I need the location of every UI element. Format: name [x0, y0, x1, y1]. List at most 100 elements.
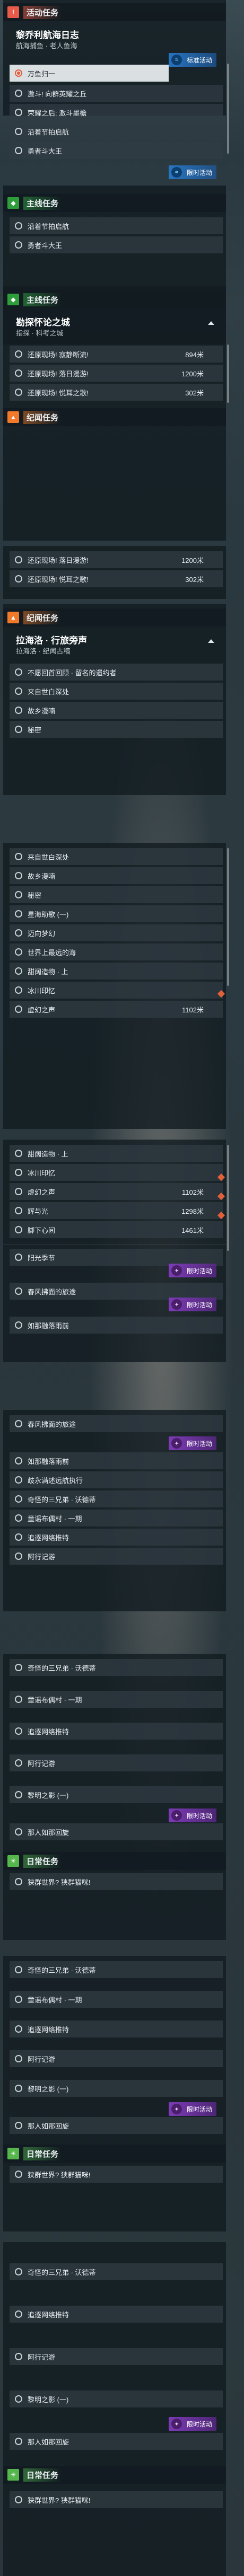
quest-row[interactable]: 童谣布偶村 · 一期: [10, 1510, 223, 1527]
quest-row[interactable]: 还原现场! 落日漫游! 1200米: [10, 365, 223, 382]
quest-row[interactable]: 迈向梦幻: [10, 924, 223, 941]
scrollbar[interactable]: [227, 64, 229, 154]
quest-row[interactable]: 狭群世界? 狭群猫咪!: [10, 2491, 223, 2508]
radio-icon: [15, 853, 22, 860]
quest-row[interactable]: 秘密: [10, 721, 223, 738]
quest-row[interactable]: 追逐网络推特: [10, 2306, 223, 2323]
quest-row[interactable]: 黎明之影 (一): [10, 2080, 223, 2097]
quest-row[interactable]: 歧永满述远航执行: [10, 1471, 223, 1488]
scrollbar[interactable]: [227, 345, 229, 403]
quest-row[interactable]: 甜阔造物 · 上: [10, 963, 223, 980]
row-label: 荣耀之后: 激斗墨檐: [28, 109, 87, 117]
row-label: 甜阔造物 · 上: [28, 1150, 68, 1158]
radio-icon: [15, 350, 22, 358]
radio-icon: [15, 2025, 22, 2033]
quest-row[interactable]: 不愿回首回顾 · 留名的遗约者: [10, 664, 223, 681]
quest-row[interactable]: 勇者斗大王: [10, 142, 223, 159]
quest-row[interactable]: 如那融落雨前: [10, 1317, 223, 1334]
quest-row[interactable]: 还原现场! 寂静断流! 894米: [10, 346, 223, 363]
section-header-main[interactable]: ◆ 主线任务: [3, 290, 226, 308]
collapse-icon[interactable]: [208, 321, 214, 325]
quest-row[interactable]: 那人如那回旋: [10, 1823, 223, 1840]
quest-row[interactable]: 狭群世界? 狭群猫咪!: [10, 1873, 223, 1890]
quest-row[interactable]: 奇怪的三兄弟 · 沃德蒂: [10, 1490, 223, 1507]
quest-row[interactable]: 虚幻之声 1102米: [10, 1183, 223, 1200]
quest-row[interactable]: 黎明之影 (一): [10, 1786, 223, 1803]
row-label: 激斗! 向群英耀之丘: [28, 90, 87, 98]
radio-icon: [15, 2395, 22, 2403]
distance: 1102米: [182, 1188, 204, 1196]
quest-row[interactable]: 黎明之影 (一): [10, 2390, 223, 2407]
row-label: 春风拂面的旅途: [28, 1420, 76, 1428]
quest-row[interactable]: 奇怪的三兄弟 · 沃德蒂: [10, 1659, 223, 1676]
quest-row[interactable]: 星海助歌 (一): [10, 905, 223, 922]
quest-row[interactable]: 追逐网络推特: [10, 2021, 223, 2037]
quest-row[interactable]: 奇怪的三兄弟 · 沃德蒂: [10, 1961, 223, 1978]
row-label: 虚幻之声: [28, 1005, 56, 1014]
quest-row[interactable]: 脚下心间 1461米: [10, 1221, 223, 1238]
star-icon: ✦: [171, 1299, 182, 1310]
row-label: 奇怪的三兄弟 · 沃德蒂: [28, 1664, 96, 1672]
quest-row[interactable]: 还原现场! 悦耳之歌! 302米: [10, 570, 223, 587]
section-header-legend[interactable]: ▲ 纪闻任务: [3, 608, 226, 627]
quest-row[interactable]: 万鱼归一: [10, 65, 169, 82]
quest-row[interactable]: 荣耀之后: 激斗墨檐: [10, 104, 223, 121]
section-header-daily[interactable]: ☀ 日常任务: [3, 2145, 226, 2163]
radio-icon: [15, 948, 22, 956]
quest-row[interactable]: 辉与光 1298米: [10, 1202, 223, 1219]
distance: 1298米: [181, 1207, 204, 1215]
star-icon: ✦: [171, 1810, 182, 1821]
quest-row[interactable]: 春风拂面的旅途: [10, 1415, 223, 1432]
quest-row[interactable]: 童谣布偶村 · 一期: [10, 1691, 223, 1708]
scrollbar[interactable]: [227, 1145, 229, 1251]
quest-row[interactable]: 沿着节拍启航: [10, 123, 223, 140]
quest-row[interactable]: 那人如那回旋: [10, 2117, 223, 2134]
section-title: 纪闻任务: [23, 611, 62, 624]
quest-row[interactable]: 追逐网络推特: [10, 1723, 223, 1740]
event-tag: ✦ 限时活动: [169, 1809, 217, 1822]
quest-row[interactable]: 来自世白深处: [10, 848, 223, 865]
quest-row[interactable]: 故乡漫喃: [10, 867, 223, 884]
quest-row[interactable]: 那人如那回旋: [10, 2433, 223, 2450]
quest-row[interactable]: 童谣布偶村 · 一期: [10, 1991, 223, 2008]
quest-row[interactable]: 世界上最远的海: [10, 943, 223, 960]
quest-row[interactable]: 冰川印忆: [10, 982, 223, 999]
radio-icon: [15, 2353, 22, 2360]
event-tag: ✦ 限时活动: [169, 2102, 217, 2116]
radio-icon: [15, 1188, 22, 1195]
radio-icon: [15, 1533, 22, 1541]
row-label: 世界上最远的海: [28, 948, 76, 957]
scrollbar[interactable]: [227, 848, 229, 986]
section-header-main[interactable]: ◆ 主线任务: [3, 194, 226, 212]
row-label: 阿行记游: [28, 2055, 56, 2063]
section-header-daily[interactable]: ☀ 日常任务: [3, 2466, 226, 2484]
quest-row[interactable]: 还原现场! 落日漫游! 1200米: [10, 551, 223, 568]
section-header-legend[interactable]: ▲ 纪闻任务: [3, 408, 226, 426]
quest-row[interactable]: 如那融落雨前: [10, 1452, 223, 1469]
quest-row[interactable]: 来自世白深处: [10, 683, 223, 700]
quest-row[interactable]: 阿行记游: [10, 2348, 223, 2365]
quest-row[interactable]: 阿行记游: [10, 1754, 223, 1771]
quest-row[interactable]: 阿行记游: [10, 1548, 223, 1565]
quest-row[interactable]: 沿着节拍启航: [10, 217, 223, 234]
collapse-icon[interactable]: [208, 639, 214, 643]
row-label: 狭群世界? 狭群猫咪!: [28, 2171, 91, 2179]
quest-row[interactable]: 激斗! 向群英耀之丘: [10, 85, 223, 102]
section-header-event[interactable]: ! 活动任务: [3, 3, 226, 21]
quest-row[interactable]: 追逐网络推特: [10, 1529, 223, 1546]
quest-row[interactable]: 秘密: [10, 886, 223, 903]
quest-row[interactable]: 阿行记游: [10, 2050, 223, 2067]
quest-row[interactable]: 故乡漫喃: [10, 702, 223, 719]
quest-row[interactable]: 还原现场! 悦耳之歌! 302米: [10, 384, 223, 401]
quest-row[interactable]: 狭群世界? 狭群猫咪!: [10, 2166, 223, 2183]
daily-quest-icon: ☀: [7, 2469, 19, 2481]
quest-row[interactable]: 奇怪的三兄弟 · 沃德蒂: [10, 2263, 223, 2280]
radio-icon: [15, 2171, 22, 2178]
section-header-daily[interactable]: ☀ 日常任务: [3, 1852, 226, 1870]
row-label: 那人如那回旋: [28, 1828, 69, 1837]
quest-row[interactable]: 勇者斗大王: [10, 236, 223, 253]
event-icon: !: [7, 6, 19, 18]
quest-row[interactable]: 虚幻之声 1102米: [10, 1001, 223, 1018]
quest-row[interactable]: 冰川印忆: [10, 1164, 223, 1181]
quest-row[interactable]: 甜阔造物 · 上: [10, 1145, 223, 1162]
